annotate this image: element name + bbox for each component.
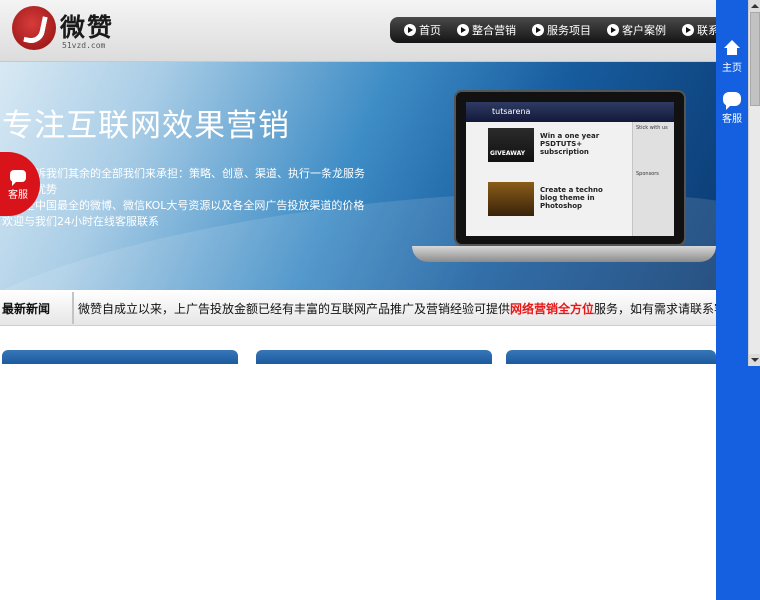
nav-item-home[interactable]: 首页	[404, 22, 441, 38]
giveaway-label: GIVEAWAY	[490, 150, 526, 157]
news-text-before: 微赞自成立以来，上广告投放金额已经有丰富的互联网产品推广及营销经验可提供	[78, 302, 511, 316]
content-panel	[2, 350, 238, 364]
scroll-down-arrow-icon[interactable]	[749, 354, 760, 366]
hero-title: 专注互联网效果营销	[2, 108, 290, 144]
arrow-circle-icon	[682, 24, 694, 36]
chat-icon	[10, 170, 26, 186]
nav-item-integrated-marketing[interactable]: 整合营销	[457, 22, 516, 38]
chat-icon	[723, 92, 741, 110]
news-divider	[72, 292, 74, 324]
scroll-up-arrow-icon[interactable]	[749, 0, 760, 12]
arrow-circle-icon	[404, 24, 416, 36]
news-text[interactable]: 微赞自成立以来，上广告投放金额已经有丰富的互联网产品推广及营销经验可提供网络营销…	[78, 300, 750, 317]
screen-sidebar-label: Stick with us	[636, 125, 668, 131]
logo-text: 微赞	[60, 13, 115, 42]
sidebar-home-button[interactable]: 主页	[716, 40, 748, 74]
nav-item-label: 服务项目	[547, 24, 591, 37]
nav-item-services[interactable]: 服务项目	[532, 22, 591, 38]
hero-line: 我们的优势	[2, 182, 362, 198]
nav-item-cases[interactable]: 客户案例	[607, 22, 666, 38]
arrow-circle-icon	[457, 24, 469, 36]
giveaway-thumbnail: GIVEAWAY	[488, 128, 534, 162]
screen-site-name: tutsarena	[466, 102, 674, 122]
screen-sidebar: Stick with us Sponsors	[632, 122, 674, 236]
arrow-circle-icon	[607, 24, 619, 36]
logo-subtext: 51vzd.com	[62, 41, 106, 50]
arrow-circle-icon	[532, 24, 544, 36]
content-panel	[506, 350, 716, 364]
techno-thumbnail	[488, 182, 534, 216]
header: 微赞 51vzd.com 首页 整合营销 服务项目 客户案例 联系我们	[0, 0, 741, 62]
hero-line: 拥有全中国最全的微博、微信KOL大号资源以及各全网广告投放渠道的价格	[2, 199, 365, 212]
sidebar-service-button[interactable]: 客服	[716, 92, 748, 125]
service-tab-label: 客服	[8, 190, 28, 201]
logo-mark-icon	[12, 6, 56, 50]
laptop-base	[412, 246, 716, 262]
sidebar-service-label: 客服	[722, 114, 742, 125]
sidebar-home-label: 主页	[722, 63, 742, 74]
hero-description: 广告告诉我们其余的全部我们来承担：策略、创意、渠道、执行一条龙服务 我们的优势 …	[2, 166, 365, 230]
laptop-lid: tutsarena GIVEAWAY Win a one year PSDTUT…	[454, 90, 686, 246]
hero-banner: 专注互联网效果营销 广告告诉我们其余的全部我们来承担：策略、创意、渠道、执行一条…	[0, 62, 716, 290]
nav-item-label: 首页	[419, 24, 441, 37]
main-nav: 首页 整合营销 服务项目 客户案例 联系我们	[390, 17, 741, 43]
content-panel	[256, 350, 492, 364]
scroll-thumb[interactable]	[750, 12, 760, 106]
laptop-screen: tutsarena GIVEAWAY Win a one year PSDTUT…	[466, 102, 674, 236]
screen-post-title: Win a one year PSDTUTS+ subscription	[540, 132, 600, 156]
nav-item-label: 客户案例	[622, 24, 666, 37]
screen-sidebar-label: Sponsors	[636, 171, 659, 177]
nav-item-label: 整合营销	[472, 24, 516, 37]
laptop-illustration: tutsarena GIVEAWAY Win a one year PSDTUT…	[410, 86, 716, 286]
hero-line: 广告告诉我们其余的全部我们来承担：策略、创意、渠道、执行一条龙服务	[2, 167, 365, 180]
scrollbar[interactable]	[748, 0, 760, 366]
news-label: 最新新闻	[2, 302, 51, 316]
news-bar: 最新新闻 微赞自成立以来，上广告投放金额已经有丰富的互联网产品推广及营销经验可提…	[0, 290, 750, 326]
news-text-highlight: 网络营销全方位	[510, 302, 595, 316]
hero-line: 欢迎与我们24小时在线客服联系	[2, 215, 159, 228]
logo[interactable]: 微赞 51vzd.com	[12, 6, 142, 54]
screen-post-title: Create a techno blog theme in Photoshop	[540, 186, 603, 210]
home-icon	[724, 40, 740, 56]
